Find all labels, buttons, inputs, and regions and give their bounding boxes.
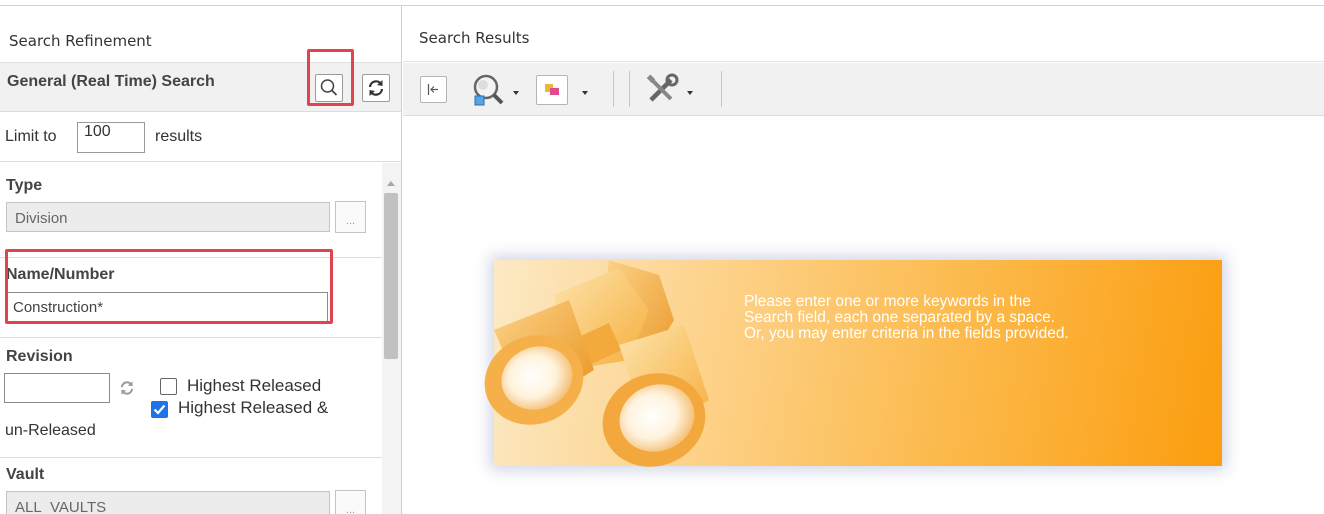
empty-message-line: Or, you may enter criteria in the fields…: [744, 325, 1069, 342]
search-icon: [320, 79, 338, 96]
revision-input[interactable]: [4, 373, 110, 403]
revision-refresh-icon[interactable]: [116, 377, 138, 399]
search-results-panel: Search Results Please enter one or more …: [403, 6, 1324, 514]
unreleased-label: un-Released: [5, 422, 96, 439]
vault-chooser-button[interactable]: ...: [335, 490, 366, 514]
results-title: Search Results: [403, 6, 1324, 62]
empty-message-line: Search field, each one separated by a sp…: [744, 309, 1056, 326]
toolbar-separator: [721, 71, 722, 107]
tools-icon[interactable]: [643, 72, 683, 108]
refresh-button[interactable]: [362, 74, 390, 102]
name-number-section: Name/Number: [0, 258, 382, 338]
binoculars-icon: [484, 260, 709, 467]
display-options-caret[interactable]: [582, 91, 588, 95]
empty-message-line: Please enter one or more keywords in the: [744, 293, 1031, 310]
search-refinement-panel: Search Refinement General (Real Time) Se…: [0, 6, 402, 514]
type-field[interactable]: Division: [6, 202, 330, 232]
search-options-caret[interactable]: [513, 91, 519, 95]
search-button[interactable]: [315, 74, 343, 102]
general-search-row: General (Real Time) Search: [0, 62, 401, 112]
toolbar-separator: [629, 71, 630, 107]
type-section: Type Division ...: [0, 163, 382, 258]
empty-results-message: Please enter one or more keywords in the…: [744, 294, 1204, 342]
collapse-panel-button[interactable]: [420, 76, 447, 103]
empty-results-banner: Please enter one or more keywords in the…: [484, 260, 1222, 467]
highest-released-unreleased-label: Highest Released &: [178, 398, 329, 417]
limit-prefix: Limit to: [5, 128, 57, 145]
highest-released-unreleased-checkbox[interactable]: [151, 401, 168, 418]
limit-suffix: results: [155, 128, 203, 145]
tools-caret[interactable]: [687, 91, 693, 95]
limit-input[interactable]: [77, 122, 145, 153]
results-toolbar: [403, 63, 1324, 116]
highest-released-label: Highest Released: [187, 376, 322, 395]
name-number-input[interactable]: [6, 292, 328, 322]
general-search-title: General (Real Time) Search: [7, 73, 215, 90]
type-label: Type: [6, 177, 43, 194]
highest-released-checkbox[interactable]: [160, 378, 177, 395]
scroll-thumb[interactable]: [384, 193, 398, 359]
display-options-icon: [545, 84, 559, 95]
revision-section: Revision Highest Released Highest Releas…: [0, 338, 382, 458]
checkmark-icon: [153, 404, 166, 415]
refresh-icon: [368, 80, 384, 96]
name-number-label: Name/Number: [6, 266, 115, 283]
search-options-icon[interactable]: [469, 72, 509, 108]
criteria-list: Type Division ... Name/Number Revision H…: [0, 163, 401, 514]
vault-field[interactable]: ALL_VAULTS: [6, 491, 330, 514]
display-options-button[interactable]: [536, 75, 568, 105]
vault-section: Vault ALL_VAULTS ...: [0, 458, 382, 514]
collapse-panel-icon: [427, 84, 438, 95]
limit-results-row: Limit to results: [0, 112, 401, 162]
revision-label: Revision: [6, 348, 73, 365]
criteria-scrollbar[interactable]: [382, 163, 401, 514]
scroll-up-arrow[interactable]: [387, 181, 395, 186]
panel-title: Search Refinement: [9, 32, 152, 50]
type-chooser-button[interactable]: ...: [335, 201, 366, 233]
toolbar-separator: [613, 71, 614, 107]
vault-label: Vault: [6, 466, 45, 483]
